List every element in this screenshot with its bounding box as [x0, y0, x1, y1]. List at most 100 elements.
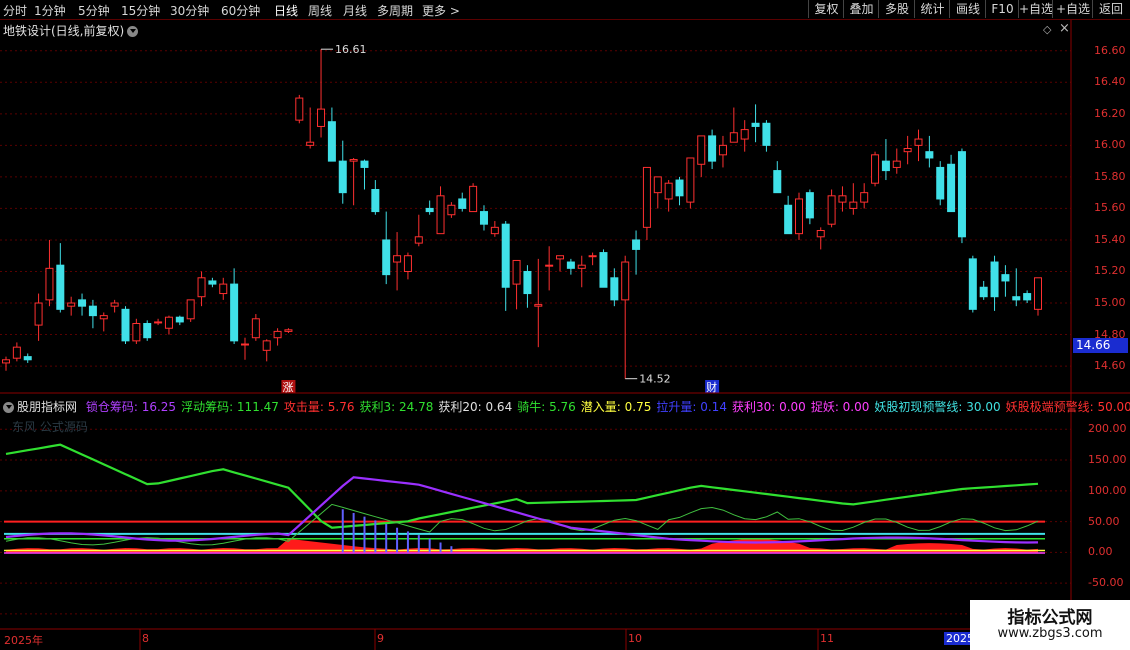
close-icon[interactable]: × — [1059, 21, 1070, 36]
price-tick-label: 15.60 — [1094, 201, 1126, 215]
candlestick-series: 16.61 14.52 涨 财 — [2, 43, 1042, 394]
candle-body — [816, 229, 825, 238]
candle-body — [914, 138, 923, 146]
candle-body — [675, 179, 684, 197]
candle-body — [610, 277, 619, 301]
candle-body — [664, 182, 673, 200]
candle-body — [871, 154, 880, 184]
period-daily[interactable]: 日线 — [274, 2, 298, 19]
overlay-button[interactable]: 叠加 — [843, 0, 879, 18]
candle-body — [849, 201, 858, 209]
candle-body — [458, 198, 467, 209]
candle-body — [219, 283, 228, 295]
period-15min[interactable]: 15分钟 — [121, 2, 160, 19]
draw-line-button[interactable]: 画线 — [949, 0, 986, 18]
candle-body — [349, 159, 358, 162]
back-button[interactable]: 返回 — [1092, 0, 1129, 18]
stock-title-text: 地铁设计(日线,前复权) — [3, 24, 125, 38]
price-tick-label: 16.60 — [1094, 43, 1126, 57]
candle-body — [545, 264, 554, 267]
candle-body — [947, 163, 956, 213]
candle-body — [990, 261, 999, 298]
chart-canvas[interactable]: 16.61 14.52 涨 财 — [0, 0, 1130, 650]
candle-body — [805, 192, 814, 219]
f10-button[interactable]: F10 — [985, 0, 1019, 18]
price-tick-label: 16.00 — [1094, 138, 1126, 152]
candle-body — [382, 239, 391, 276]
indicator-params: 锁仓筹码: 16.25 浮动筹码: 111.47 攻击量: 5.76 获利3: 24.… — [86, 400, 1130, 414]
indicator-header: 股朋指标网 锁仓筹码: 16.25 浮动筹码: 111.47 攻击量: 5.76 获利… — [3, 398, 1130, 415]
candle-body — [251, 318, 260, 339]
candle-body — [957, 151, 966, 238]
floating-chips-line — [5, 443, 1039, 529]
period-30min[interactable]: 30分钟 — [170, 2, 209, 19]
candle-body — [718, 144, 727, 156]
watermark-url: www.zbgs3.com — [997, 626, 1103, 641]
candle-body — [262, 340, 271, 351]
candle-body — [403, 255, 412, 272]
indicator-param: 潜入量: 0.75 — [580, 400, 652, 414]
diamond-icon[interactable]: ◇ — [1043, 23, 1051, 36]
period-more[interactable]: 更多 > — [422, 2, 460, 19]
indicator-tick-label: 150.00 — [1088, 453, 1127, 467]
period-1min[interactable]: 1分钟 — [34, 2, 66, 19]
candle-body — [67, 302, 76, 307]
candle-body — [892, 160, 901, 168]
add-watchlist-button[interactable]: +自选 — [1052, 0, 1093, 18]
period-5min[interactable]: 5分钟 — [78, 2, 110, 19]
indicator-param: 妖股极端预警线: 50.00 — [1005, 400, 1130, 414]
date-label: 11 — [820, 632, 834, 645]
candle-body — [327, 121, 336, 162]
candle-body — [621, 261, 630, 301]
candle-body — [1001, 274, 1010, 282]
candle-body — [240, 343, 249, 346]
candle-body — [708, 135, 717, 162]
stock-title[interactable]: 地铁设计(日线,前复权) — [3, 22, 139, 39]
candle-body — [306, 141, 315, 146]
period-60min[interactable]: 60分钟 — [221, 2, 260, 19]
candle-body — [566, 261, 575, 269]
indicator-name[interactable]: 股朋指标网 — [17, 400, 77, 414]
candle-body — [230, 283, 239, 342]
candle-body — [197, 277, 206, 298]
price-tick-label: 15.00 — [1094, 296, 1126, 310]
indicator-tick-label: 0.00 — [1088, 545, 1113, 559]
candle-body — [371, 189, 380, 213]
indicator-plot — [4, 443, 1045, 554]
price-tick-label: 16.40 — [1094, 75, 1126, 89]
multi-stock-button[interactable]: 多股 — [878, 0, 915, 18]
candle-body — [284, 329, 293, 332]
price-tick-label: 15.40 — [1094, 232, 1126, 246]
candle-body — [903, 148, 912, 153]
indicator-param: 攻击量: 5.76 — [283, 400, 355, 414]
candle-body — [729, 132, 738, 143]
indicator-param: 获利20: 0.64 — [438, 400, 513, 414]
date-label: 10 — [628, 632, 642, 645]
price-tick-label: 15.20 — [1094, 264, 1126, 278]
period-fenshi[interactable]: 分时 — [3, 2, 27, 19]
mark-button[interactable]: +自选 — [1018, 0, 1053, 18]
indicator-param: 捉妖: 0.00 — [810, 400, 870, 414]
candle-body — [490, 226, 499, 235]
candle-body — [164, 316, 173, 329]
candle-body — [186, 299, 195, 320]
period-multi[interactable]: 多周期 — [377, 2, 413, 19]
toolbar: 分时 1分钟 5分钟 15分钟 30分钟 60分钟 日线 周线 月线 多周期 更… — [0, 0, 1130, 20]
watermark: 指标公式网 www.zbgs3.com — [970, 600, 1130, 650]
period-monthly[interactable]: 月线 — [343, 2, 367, 19]
indicator-param: 获利30: 0.00 — [731, 400, 806, 414]
candle-body — [414, 236, 423, 244]
high-price-label: 16.61 — [335, 43, 367, 56]
indicator-param: 妖股初现预警线: 30.00 — [874, 400, 1001, 414]
price-gridlines — [0, 50, 1071, 367]
indicator-dropdown-icon[interactable] — [3, 402, 14, 413]
candle-body — [881, 160, 890, 172]
statistics-button[interactable]: 统计 — [914, 0, 950, 18]
candle-body — [523, 270, 532, 295]
candle-body — [860, 192, 869, 203]
dropdown-circle-icon[interactable] — [127, 26, 139, 37]
candle-body — [317, 108, 326, 127]
candle-body — [208, 280, 217, 285]
fuquan-button[interactable]: 复权 — [808, 0, 844, 18]
period-weekly[interactable]: 周线 — [308, 2, 332, 19]
